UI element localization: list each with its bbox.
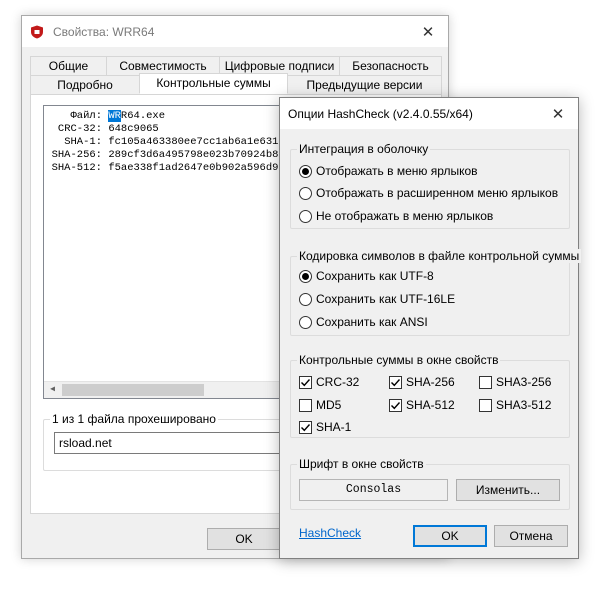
radio-button[interactable] bbox=[299, 315, 312, 329]
radio-ansi[interactable]: Сохранить как ANSI bbox=[299, 314, 428, 330]
font-preview: Consolas bbox=[299, 479, 448, 501]
tab-details[interactable]: Подробно bbox=[30, 75, 140, 95]
tab-general[interactable]: Общие bbox=[30, 56, 107, 76]
hash-row-crc32: CRC-32: 648c9065 bbox=[57, 123, 159, 135]
checkbox-sha1[interactable]: SHA-1 bbox=[299, 419, 351, 435]
radio-utf8[interactable]: Сохранить как UTF-8 bbox=[299, 268, 434, 284]
checkbox-sha3-512[interactable]: SHA3-512 bbox=[479, 397, 551, 413]
radio-show-context-menu[interactable]: Отображать в меню ярлыков bbox=[299, 163, 478, 179]
close-icon[interactable]: ✕ bbox=[408, 16, 448, 47]
checkmark-icon[interactable] bbox=[389, 398, 402, 412]
tab-checksums[interactable]: Контрольные суммы bbox=[139, 73, 288, 94]
checkbox-empty[interactable] bbox=[479, 398, 492, 412]
tab-previous-versions[interactable]: Предыдущие версии bbox=[287, 75, 442, 95]
checkmark-icon[interactable] bbox=[299, 420, 312, 434]
hash-row-sha512: SHA-512: f5ae338f1ad2647e0b902a596d96d bbox=[51, 162, 292, 174]
checkbox-sha512[interactable]: SHA-512 bbox=[389, 397, 455, 413]
scroll-left-icon[interactable]: ◀ bbox=[44, 382, 61, 398]
app-shield-icon bbox=[31, 25, 43, 38]
hash-row-file: Файл: WRR64.exe bbox=[70, 110, 166, 122]
options-cancel-button[interactable]: Отмена bbox=[494, 525, 568, 547]
hash-row-sha1: SHA-1: fc105a463380ee7cc1ab6a1e631da bbox=[64, 136, 292, 148]
properties-ok-button[interactable]: OK bbox=[207, 528, 281, 550]
checkbox-md5[interactable]: MD5 bbox=[299, 397, 341, 413]
properties-title: Свойства: WRR64 bbox=[53, 24, 155, 39]
radio-button[interactable] bbox=[299, 186, 312, 200]
properties-titlebar[interactable]: Свойства: WRR64 ✕ bbox=[22, 16, 448, 47]
checkbox-empty[interactable] bbox=[299, 398, 312, 412]
selected-text: WR bbox=[108, 110, 121, 122]
tab-security[interactable]: Безопасность bbox=[339, 56, 442, 76]
checkbox-empty[interactable] bbox=[479, 375, 492, 389]
checkbox-sha3-256[interactable]: SHA3-256 bbox=[479, 374, 551, 390]
hashcheck-options-dialog: Опции HashCheck (v2.4.0.55/x64) ✕ Интегр… bbox=[279, 97, 582, 559]
radio-button[interactable] bbox=[299, 209, 312, 223]
radio-button[interactable] bbox=[299, 292, 312, 306]
hash-row-sha256: SHA-256: 289cf3d6a495798e023b70924b824 bbox=[51, 149, 292, 161]
radio-utf16le[interactable]: Сохранить как UTF-16LE bbox=[299, 291, 455, 307]
hash-status-group: 1 из 1 файла прохешировано rsload.net bbox=[43, 412, 293, 471]
options-title: Опции HashCheck (v2.4.0.55/x64) bbox=[288, 106, 473, 121]
radio-button[interactable] bbox=[299, 164, 312, 178]
checkbox-crc32[interactable]: CRC-32 bbox=[299, 374, 359, 390]
hashcheck-link[interactable]: HashCheck bbox=[299, 526, 361, 540]
radio-show-extended-menu[interactable]: Отображать в расширенном меню ярлыков bbox=[299, 185, 558, 201]
checkmark-icon[interactable] bbox=[389, 375, 402, 389]
checkmark-icon[interactable] bbox=[299, 375, 312, 389]
radio-hide-context-menu[interactable]: Не отображать в меню ярлыков bbox=[299, 208, 493, 224]
search-field[interactable]: rsload.net bbox=[54, 432, 290, 454]
change-font-button[interactable]: Изменить... bbox=[456, 479, 560, 501]
options-titlebar[interactable]: Опции HashCheck (v2.4.0.55/x64) ✕ bbox=[280, 98, 578, 129]
scrollbar-thumb[interactable] bbox=[62, 384, 204, 396]
options-close-icon[interactable]: ✕ bbox=[538, 98, 578, 129]
checkbox-sha256[interactable]: SHA-256 bbox=[389, 374, 455, 390]
options-ok-button[interactable]: OK bbox=[413, 525, 487, 547]
radio-button[interactable] bbox=[299, 269, 312, 283]
